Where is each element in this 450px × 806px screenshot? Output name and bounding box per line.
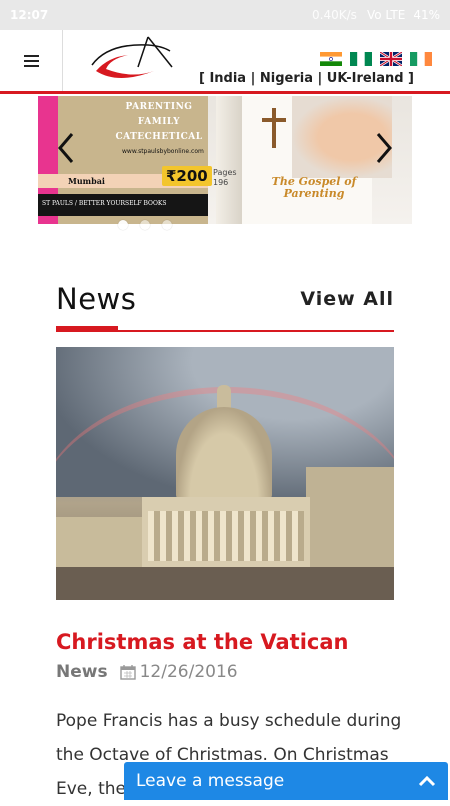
- basilica-dome: [176, 407, 272, 499]
- page-count: Pages 196: [213, 168, 237, 187]
- hamburger-icon: [23, 52, 39, 70]
- nigeria-flag[interactable]: [350, 52, 372, 66]
- carousel-dot[interactable]: [140, 220, 150, 230]
- section-title: News: [56, 282, 137, 316]
- leave-message-widget[interactable]: Leave a message: [124, 762, 448, 800]
- promo-headline: PARENTING FAMILY CATECHETICAL: [115, 102, 203, 142]
- app-header: [ India | Nigeria | UK-Ireland ]: [0, 30, 450, 94]
- article-category[interactable]: News: [56, 662, 108, 682]
- promo-publisher: ST PAULS / BETTER YOURSELF BOOKS: [42, 200, 167, 207]
- book-title: The Gospel of Parenting: [271, 175, 357, 200]
- logo[interactable]: [88, 35, 174, 87]
- calendar-icon: [119, 665, 136, 680]
- ireland-flag[interactable]: [410, 52, 432, 66]
- chevron-up-icon[interactable]: [418, 775, 436, 787]
- article-date: 12/26/2016: [139, 662, 238, 682]
- basilica-facade: [142, 497, 310, 567]
- status-time: 12:07: [10, 8, 49, 22]
- section-accent-bar: [56, 326, 118, 332]
- promo-city: Mumbai: [68, 176, 105, 186]
- status-battery: 41%: [413, 8, 440, 22]
- carousel-prev-arrow-icon[interactable]: [54, 130, 78, 166]
- india-flag[interactable]: [320, 52, 342, 66]
- carousel-dots: [118, 220, 172, 230]
- status-network: Vo LTE: [366, 8, 406, 22]
- view-all-link[interactable]: View All: [300, 288, 394, 310]
- menu-button[interactable]: [0, 30, 63, 91]
- promo-site: www.stpaulsbybonline.com: [122, 148, 204, 155]
- region-links[interactable]: [ India | Nigeria | UK-Ireland ]: [199, 71, 414, 86]
- carousel-dot[interactable]: [162, 220, 172, 230]
- country-flags: [320, 52, 432, 66]
- cross-icon: [260, 108, 288, 148]
- article-title[interactable]: Christmas at the Vatican: [56, 630, 348, 654]
- chat-label: Leave a message: [136, 771, 285, 791]
- article-image[interactable]: [56, 347, 394, 600]
- carousel-next-arrow-icon[interactable]: [372, 130, 396, 166]
- status-bar: 12:07 0.40K/s Vo LTE 41%: [0, 0, 450, 30]
- promo-carousel[interactable]: PARENTING FAMILY CATECHETICAL www.stpaul…: [38, 96, 412, 224]
- status-speed: 0.40K/s: [312, 8, 357, 22]
- article-meta: News 12/26/2016: [56, 662, 238, 682]
- price-tag: ₹200: [162, 166, 212, 186]
- uk-flag[interactable]: [380, 52, 402, 66]
- carousel-dot[interactable]: [118, 220, 128, 230]
